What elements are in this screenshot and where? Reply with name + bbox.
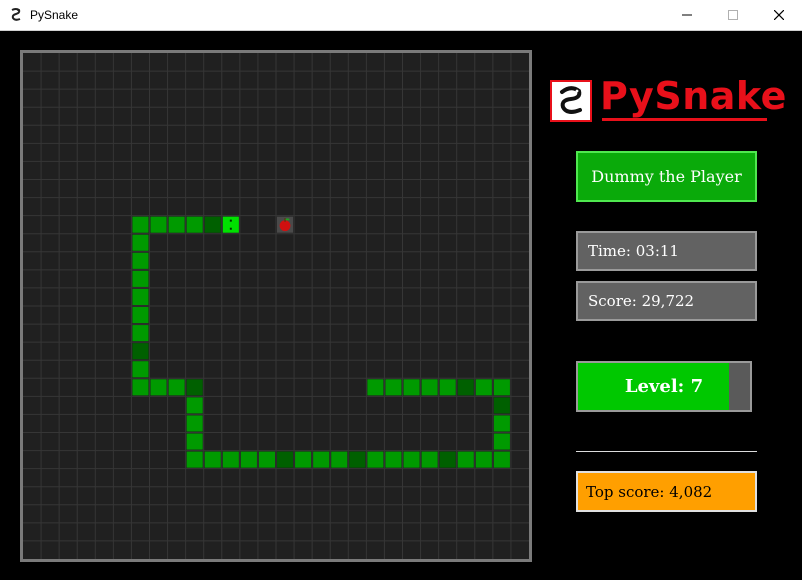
snake-segment (204, 451, 221, 468)
snake-segment (385, 379, 402, 396)
snake-head (222, 216, 239, 233)
snake-segment (132, 252, 149, 269)
snake-segment (186, 451, 203, 468)
snake-segment (403, 379, 420, 396)
snake-segment (493, 451, 510, 468)
snake-eye (229, 219, 232, 222)
top-score-label: Top score: (586, 482, 665, 501)
snake-segment (313, 451, 330, 468)
snake-segment (168, 379, 185, 396)
snake-segment (421, 379, 438, 396)
level-display: Level: 7 (578, 363, 750, 410)
snake-segment (295, 451, 312, 468)
snake-segment (457, 379, 474, 396)
score-panel: Score: 29,722 (576, 281, 757, 321)
snake-segment (132, 343, 149, 360)
player-name-button[interactable]: Dummy the Player (576, 151, 757, 202)
snake-segment (132, 270, 149, 287)
snake-segment (475, 451, 492, 468)
snake-segment (132, 234, 149, 251)
snake-segment (186, 379, 203, 396)
close-icon (774, 10, 784, 20)
snake-segment (132, 307, 149, 324)
snake-segment (475, 379, 492, 396)
score-label: Score: (588, 292, 637, 310)
snake-segment (150, 379, 167, 396)
snake-segment (240, 451, 257, 468)
snake-segment (132, 361, 149, 378)
snake-segment (132, 379, 149, 396)
time-value: 03:11 (635, 242, 679, 260)
apple-leaf (285, 218, 290, 221)
snake-segment (222, 451, 239, 468)
logo-underline (602, 118, 767, 121)
top-score-panel: Top score: 4,082 (576, 471, 757, 512)
snake-segment (403, 451, 420, 468)
snake-segment (150, 216, 167, 233)
snake-segment (421, 451, 438, 468)
snake-segment (367, 379, 384, 396)
minimize-icon (682, 14, 692, 16)
snake-segment (132, 216, 149, 233)
title-bar: PySnake (0, 0, 802, 31)
snake-segment (186, 433, 203, 450)
level-progress-bar: Level: 7 (576, 361, 752, 412)
maximize-button[interactable] (710, 0, 756, 30)
snake-segment (367, 451, 384, 468)
snake-logo-icon (550, 80, 592, 122)
snake-segment (186, 216, 203, 233)
snake-segment (493, 415, 510, 432)
snake-segment (204, 216, 221, 233)
window-title: PySnake (30, 8, 79, 22)
snake-segment (439, 379, 456, 396)
game-board (20, 50, 532, 562)
snake-segment (493, 397, 510, 414)
snake-segment (385, 451, 402, 468)
time-label: Time: (588, 242, 631, 260)
level-value: 7 (690, 376, 704, 397)
snake-segment (186, 415, 203, 432)
snake-segment (258, 451, 275, 468)
snake-segment (493, 379, 510, 396)
divider (576, 451, 757, 452)
score-value: 29,722 (641, 292, 695, 310)
close-button[interactable] (756, 0, 802, 30)
snake-eye (229, 227, 232, 230)
snake-segment (132, 288, 149, 305)
logo-title: PySnake (600, 74, 787, 118)
snake-segment (168, 216, 185, 233)
minimize-button[interactable] (664, 0, 710, 30)
snake-segment (132, 325, 149, 342)
snake-segment (439, 451, 456, 468)
apple-stem (284, 218, 286, 222)
top-score-value: 4,082 (669, 482, 713, 501)
time-panel: Time: 03:11 (576, 231, 757, 271)
snake-segment (277, 451, 294, 468)
apple-icon (279, 220, 291, 232)
snake-segment (349, 451, 366, 468)
maximize-icon (728, 10, 738, 20)
snake-segment (331, 451, 348, 468)
snake-segment (186, 397, 203, 414)
snake-app-icon (11, 8, 21, 21)
snake-segment (457, 451, 474, 468)
snake-segment (493, 433, 510, 450)
board-grid (23, 53, 529, 559)
level-label: Level: (624, 376, 685, 397)
